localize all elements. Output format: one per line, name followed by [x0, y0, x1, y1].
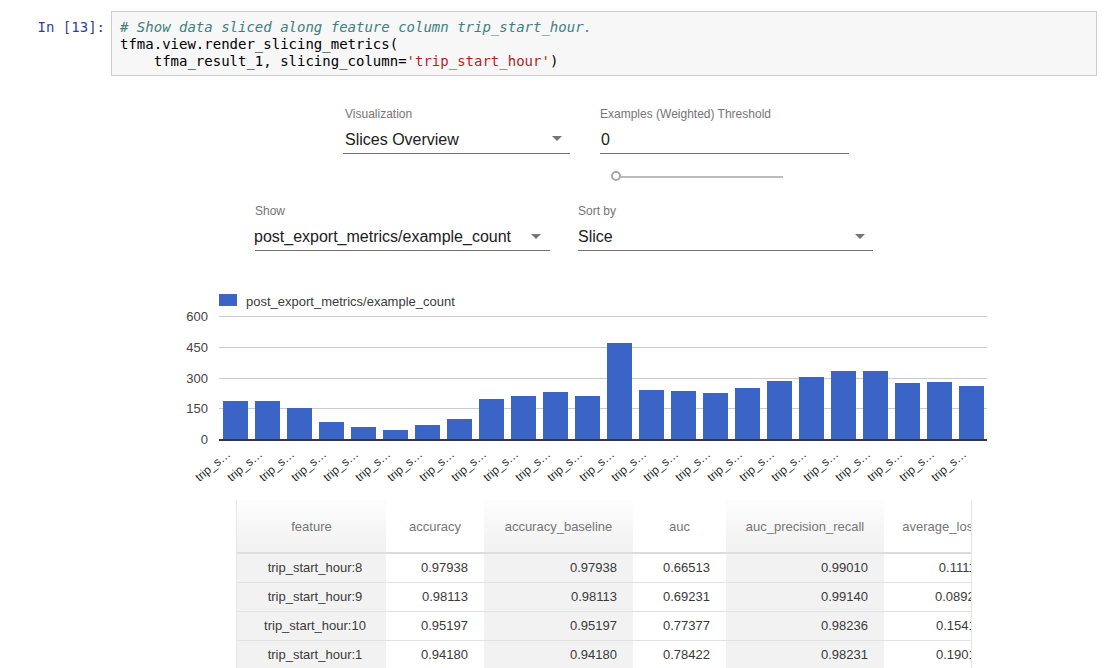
metric-cell: 0.97938: [386, 553, 484, 582]
metric-cell: 0.98236: [726, 611, 884, 640]
gridline: [219, 347, 987, 348]
table-row: trip_start_hour:90.981130.981130.692310.…: [237, 582, 972, 611]
y-axis-tick-label: 450: [158, 340, 208, 355]
bar[interactable]: [831, 371, 856, 439]
metric-cell: 0.95197: [484, 611, 633, 640]
code-line3-post: ): [550, 53, 558, 69]
sort-dropdown-arrow-icon[interactable]: [855, 234, 865, 239]
sort-underline: [578, 250, 873, 251]
bar[interactable]: [447, 419, 472, 439]
bar[interactable]: [511, 396, 536, 439]
threshold-slider-knob[interactable]: [611, 171, 621, 181]
threshold-input[interactable]: 0: [601, 131, 610, 149]
bar[interactable]: [287, 408, 312, 439]
show-label: Show: [255, 204, 285, 218]
bar[interactable]: [351, 427, 376, 439]
metric-cell: 0.78422: [633, 640, 726, 668]
bar[interactable]: [639, 390, 664, 439]
bar[interactable]: [671, 391, 696, 439]
bar[interactable]: [415, 425, 440, 439]
metric-cell: 0.98113: [484, 582, 633, 611]
threshold-slider-track[interactable]: [614, 176, 783, 178]
bar[interactable]: [575, 396, 600, 439]
column-header-auc_precision_recall[interactable]: auc_precision_recall: [726, 500, 884, 553]
metric-cell: 0.97938: [484, 553, 633, 582]
column-header-auc[interactable]: auc: [633, 500, 726, 553]
metric-cell: 0.77377: [633, 611, 726, 640]
metrics-table[interactable]: featureaccuracyaccuracy_baselineaucauc_p…: [236, 500, 972, 668]
threshold-underline: [600, 153, 849, 154]
table-row: trip_start_hour:100.951970.951970.773770…: [237, 611, 972, 640]
legend-swatch: [219, 294, 237, 306]
metric-cell: 0.15411: [884, 611, 972, 640]
column-header-average_loss[interactable]: average_loss: [884, 500, 972, 553]
metric-cell: 0.94180: [484, 640, 633, 668]
metric-cell: 0.19011: [884, 640, 972, 668]
bar[interactable]: [383, 430, 408, 439]
table-row: trip_start_hour:80.979380.979380.665130.…: [237, 553, 972, 582]
y-axis-tick-label: 0: [158, 432, 208, 447]
bar[interactable]: [799, 377, 824, 439]
bar[interactable]: [479, 399, 504, 439]
code-line2: tfma.view.render_slicing_metrics(: [120, 36, 398, 52]
sort-select[interactable]: Slice: [578, 228, 613, 246]
feature-cell: trip_start_hour:1: [237, 640, 386, 668]
table-row: trip_start_hour:10.941800.941800.784220.…: [237, 640, 972, 668]
feature-cell: trip_start_hour:8: [237, 553, 386, 582]
bar[interactable]: [703, 393, 728, 439]
metric-cell: 0.11111: [884, 553, 972, 582]
bar[interactable]: [959, 386, 984, 439]
threshold-label: Examples (Weighted) Threshold: [600, 107, 771, 121]
feature-cell: trip_start_hour:9: [237, 582, 386, 611]
metric-cell: 0.98231: [726, 640, 884, 668]
column-header-feature[interactable]: feature: [237, 500, 386, 553]
metric-cell: 0.94180: [386, 640, 484, 668]
code-line3-pre: tfma_result_1, slicing_column=: [120, 53, 407, 69]
bar[interactable]: [319, 422, 344, 439]
gridline: [219, 316, 987, 317]
bar[interactable]: [895, 383, 920, 439]
feature-cell: trip_start_hour:10: [237, 611, 386, 640]
metric-cell: 0.66513: [633, 553, 726, 582]
y-axis-tick-label: 300: [158, 371, 208, 386]
column-header-accuracy_baseline[interactable]: accuracy_baseline: [484, 500, 633, 553]
sort-label: Sort by: [578, 204, 616, 218]
code-comment: # Show data sliced along feature column …: [120, 19, 592, 35]
y-axis-tick-label: 600: [158, 309, 208, 324]
code-line3-string: 'trip_start_hour': [407, 53, 550, 69]
y-axis-tick-label: 150: [158, 401, 208, 416]
x-axis-line: [219, 439, 987, 441]
bar[interactable]: [767, 381, 792, 439]
bar[interactable]: [607, 343, 632, 439]
metric-cell: 0.95197: [386, 611, 484, 640]
bar[interactable]: [223, 401, 248, 439]
bar[interactable]: [543, 392, 568, 439]
bar[interactable]: [927, 382, 952, 439]
bar[interactable]: [863, 371, 888, 439]
metric-cell: 0.08921: [884, 582, 972, 611]
metric-cell: 0.98113: [386, 582, 484, 611]
show-underline: [255, 250, 550, 251]
bar[interactable]: [735, 388, 760, 439]
metric-cell: 0.69231: [633, 582, 726, 611]
code-text: # Show data sliced along feature column …: [120, 19, 1088, 70]
metric-cell: 0.99140: [726, 582, 884, 611]
column-header-accuracy[interactable]: accuracy: [386, 500, 484, 553]
code-cell[interactable]: # Show data sliced along feature column …: [111, 11, 1097, 76]
bar[interactable]: [255, 401, 280, 439]
show-select[interactable]: post_export_metrics/example_count: [254, 228, 511, 246]
visualization-select[interactable]: Slices Overview: [345, 131, 459, 149]
legend-label: post_export_metrics/example_count: [246, 294, 455, 309]
metric-cell: 0.99010: [726, 553, 884, 582]
cell-prompt: In [13]:: [0, 19, 105, 36]
visualization-label: Visualization: [345, 107, 412, 121]
show-dropdown-arrow-icon[interactable]: [531, 234, 541, 239]
visualization-underline: [343, 153, 570, 154]
visualization-dropdown-arrow-icon[interactable]: [552, 136, 562, 141]
